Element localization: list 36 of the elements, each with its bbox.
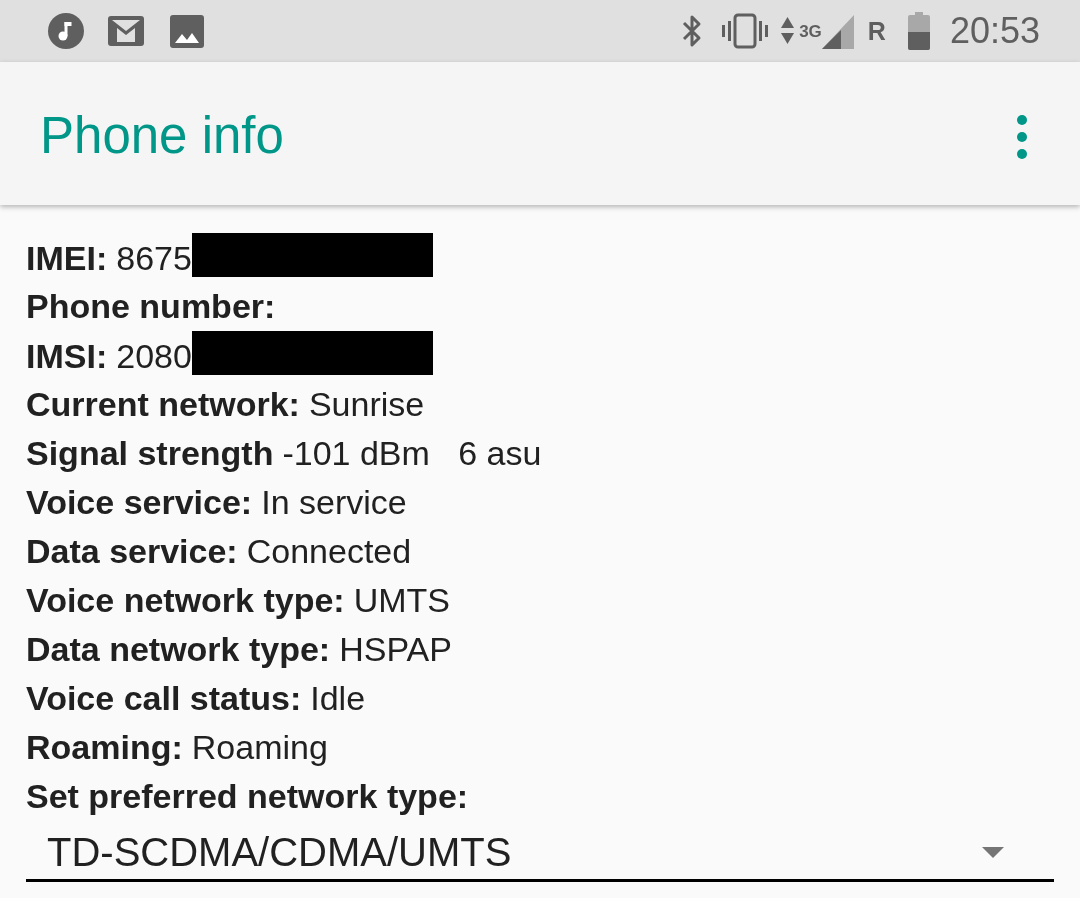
data-arrows-icon xyxy=(780,16,796,46)
image-icon xyxy=(170,14,204,48)
network-type-dropdown[interactable]: TD-SCDMA/CDMA/UMTS xyxy=(26,821,1054,882)
info-label: Voice network type: xyxy=(26,581,345,619)
info-label: Voice call status: xyxy=(26,679,302,717)
info-label: IMSI: xyxy=(26,337,108,375)
info-value: UMTS xyxy=(353,581,450,619)
info-value: In service xyxy=(261,483,407,521)
info-label: Data network type: xyxy=(26,630,331,668)
info-label: Voice service: xyxy=(26,483,253,521)
vibrate-icon xyxy=(722,13,769,49)
dropdown-caret-icon xyxy=(982,846,1004,858)
signal-strength-icon xyxy=(821,15,854,49)
battery-icon xyxy=(907,12,930,50)
info-label: Roaming: xyxy=(26,728,183,766)
info-value: 8675 xyxy=(116,239,192,277)
clock-time: 20:53 xyxy=(949,11,1040,51)
screen-title: Phone info xyxy=(40,105,284,166)
info-label: IMEI: xyxy=(26,239,108,277)
info-value: 2080 xyxy=(116,337,192,375)
info-value: -101 dBm 6 asu xyxy=(282,434,542,472)
info-label: Phone number: xyxy=(26,287,276,325)
info-value: Sunrise xyxy=(308,385,425,423)
overflow-menu-icon[interactable] xyxy=(1016,113,1028,160)
preferred-network-label: Set preferred network type: xyxy=(26,776,470,817)
info-label: Current network: xyxy=(26,385,300,423)
network-type-label: 3G xyxy=(799,23,822,40)
info-value: Roaming xyxy=(191,728,328,766)
info-value: HSPAP xyxy=(339,630,452,668)
mail-icon xyxy=(108,16,144,46)
roaming-label: R xyxy=(867,17,886,45)
music-note-icon xyxy=(48,13,84,49)
info-value: Connected xyxy=(246,532,412,570)
info-label: Signal strength xyxy=(26,434,274,472)
info-value: Idle xyxy=(310,679,366,717)
info-label: Data service: xyxy=(26,532,238,570)
